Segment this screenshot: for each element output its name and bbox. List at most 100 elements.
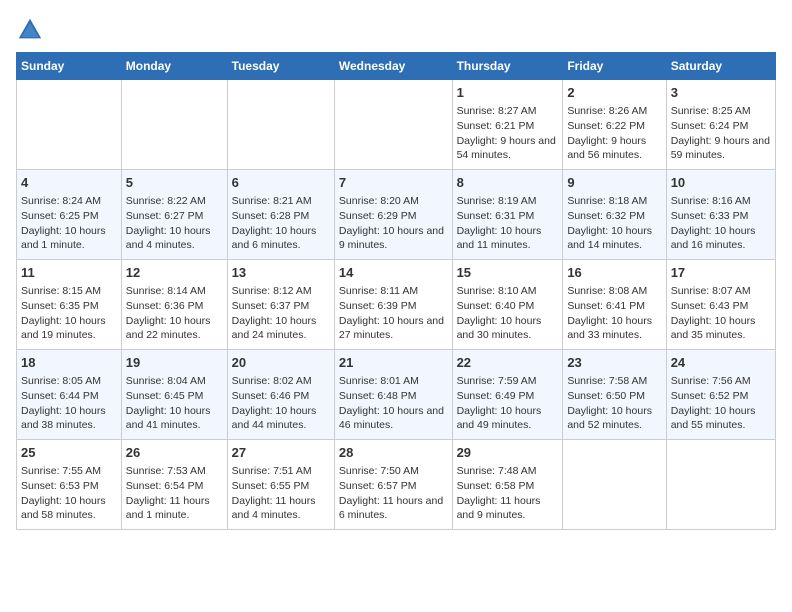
- calendar-cell: 1Sunrise: 8:27 AM Sunset: 6:21 PM Daylig…: [452, 80, 563, 170]
- day-info: Sunrise: 8:02 AM Sunset: 6:46 PM Dayligh…: [232, 374, 330, 433]
- day-info: Sunrise: 8:21 AM Sunset: 6:28 PM Dayligh…: [232, 194, 330, 253]
- day-info: Sunrise: 7:56 AM Sunset: 6:52 PM Dayligh…: [671, 374, 771, 433]
- day-number: 19: [126, 354, 223, 372]
- day-number: 13: [232, 264, 330, 282]
- day-number: 9: [567, 174, 661, 192]
- day-number: 8: [457, 174, 559, 192]
- calendar-cell: [334, 80, 452, 170]
- day-number: 26: [126, 444, 223, 462]
- calendar-week-4: 25 Sunrise: 7:55 AM Sunset: 6:53 PM Dayli…: [17, 440, 776, 530]
- day-info: Sunrise: 7:58 AM Sunset: 6:50 PM Dayligh…: [567, 374, 661, 433]
- day-number: 6: [232, 174, 330, 192]
- weekday-header-tuesday: Tuesday: [227, 53, 334, 80]
- calendar-cell: [666, 440, 775, 530]
- day-number: 14: [339, 264, 448, 282]
- calendar-cell: 28 Sunrise: 7:50 AM Sunset: 6:57 PM Dayli…: [334, 440, 452, 530]
- day-info: Sunrise: 8:12 AM Sunset: 6:37 PM Dayligh…: [232, 284, 330, 343]
- day-info: Sunrise: 8:25 AM Sunset: 6:24 PM Dayligh…: [671, 104, 771, 163]
- calendar-week-0: 1Sunrise: 8:27 AM Sunset: 6:21 PM Daylig…: [17, 80, 776, 170]
- calendar-cell: 16 Sunrise: 8:08 AM Sunset: 6:41 PM Dayli…: [563, 260, 666, 350]
- weekday-header-saturday: Saturday: [666, 53, 775, 80]
- calendar-cell: 26 Sunrise: 7:53 AM Sunset: 6:54 PM Dayli…: [121, 440, 227, 530]
- calendar-cell: 18Sunrise: 8:05 AM Sunset: 6:44 PM Dayli…: [17, 350, 122, 440]
- day-number: 28: [339, 444, 448, 462]
- calendar-cell: 3 Sunrise: 8:25 AM Sunset: 6:24 PM Daylig…: [666, 80, 775, 170]
- day-number: 5: [126, 174, 223, 192]
- day-number: 22: [457, 354, 559, 372]
- day-number: 1: [457, 84, 559, 102]
- weekday-header-thursday: Thursday: [452, 53, 563, 80]
- day-number: 11: [21, 264, 117, 282]
- day-info: Sunrise: 7:48 AM Sunset: 6:58 PM Dayligh…: [457, 464, 559, 523]
- page-header: [16, 16, 776, 44]
- calendar-cell: 29 Sunrise: 7:48 AM Sunset: 6:58 PM Dayli…: [452, 440, 563, 530]
- day-info: Sunrise: 8:14 AM Sunset: 6:36 PM Dayligh…: [126, 284, 223, 343]
- day-info: Sunrise: 8:20 AM Sunset: 6:29 PM Dayligh…: [339, 194, 448, 253]
- day-number: 24: [671, 354, 771, 372]
- day-info: Sunrise: 7:50 AM Sunset: 6:57 PM Dayligh…: [339, 464, 448, 523]
- calendar-cell: 23Sunrise: 7:58 AM Sunset: 6:50 PM Dayli…: [563, 350, 666, 440]
- day-info: Sunrise: 8:08 AM Sunset: 6:41 PM Dayligh…: [567, 284, 661, 343]
- calendar-table: SundayMondayTuesdayWednesdayThursdayFrid…: [16, 52, 776, 530]
- calendar-cell: 14 Sunrise: 8:11 AM Sunset: 6:39 PM Dayli…: [334, 260, 452, 350]
- day-info: Sunrise: 8:15 AM Sunset: 6:35 PM Dayligh…: [21, 284, 117, 343]
- weekday-header-monday: Monday: [121, 53, 227, 80]
- weekday-header-sunday: Sunday: [17, 53, 122, 80]
- calendar-cell: 12 Sunrise: 8:14 AM Sunset: 6:36 PM Dayli…: [121, 260, 227, 350]
- day-info: Sunrise: 8:16 AM Sunset: 6:33 PM Dayligh…: [671, 194, 771, 253]
- day-number: 25: [21, 444, 117, 462]
- day-info: Sunrise: 8:19 AM Sunset: 6:31 PM Dayligh…: [457, 194, 559, 253]
- day-number: 27: [232, 444, 330, 462]
- day-info: Sunrise: 8:24 AM Sunset: 6:25 PM Dayligh…: [21, 194, 117, 253]
- calendar-cell: 20 Sunrise: 8:02 AM Sunset: 6:46 PM Dayli…: [227, 350, 334, 440]
- calendar-cell: 24 Sunrise: 7:56 AM Sunset: 6:52 PM Dayli…: [666, 350, 775, 440]
- day-info: Sunrise: 7:55 AM Sunset: 6:53 PM Dayligh…: [21, 464, 117, 523]
- day-info: Sunrise: 8:07 AM Sunset: 6:43 PM Dayligh…: [671, 284, 771, 343]
- day-number: 12: [126, 264, 223, 282]
- day-number: 21: [339, 354, 448, 372]
- calendar-cell: 27 Sunrise: 7:51 AM Sunset: 6:55 PM Dayli…: [227, 440, 334, 530]
- calendar-cell: 13 Sunrise: 8:12 AM Sunset: 6:37 PM Dayli…: [227, 260, 334, 350]
- day-info: Sunrise: 8:18 AM Sunset: 6:32 PM Dayligh…: [567, 194, 661, 253]
- day-number: 2: [567, 84, 661, 102]
- day-number: 15: [457, 264, 559, 282]
- calendar-cell: 17 Sunrise: 8:07 AM Sunset: 6:43 PM Dayli…: [666, 260, 775, 350]
- day-number: 17: [671, 264, 771, 282]
- calendar-header-row: SundayMondayTuesdayWednesdayThursdayFrid…: [17, 53, 776, 80]
- logo-icon: [16, 16, 44, 44]
- day-info: Sunrise: 8:26 AM Sunset: 6:22 PM Dayligh…: [567, 104, 661, 163]
- calendar-cell: 4 Sunrise: 8:24 AM Sunset: 6:25 PM Daylig…: [17, 170, 122, 260]
- weekday-header-wednesday: Wednesday: [334, 53, 452, 80]
- day-number: 4: [21, 174, 117, 192]
- weekday-header-friday: Friday: [563, 53, 666, 80]
- calendar-cell: 10Sunrise: 8:16 AM Sunset: 6:33 PM Dayli…: [666, 170, 775, 260]
- day-number: 7: [339, 174, 448, 192]
- calendar-cell: 6 Sunrise: 8:21 AM Sunset: 6:28 PM Daylig…: [227, 170, 334, 260]
- calendar-cell: 9 Sunrise: 8:18 AM Sunset: 6:32 PM Daylig…: [563, 170, 666, 260]
- day-info: Sunrise: 8:10 AM Sunset: 6:40 PM Dayligh…: [457, 284, 559, 343]
- calendar-cell: 21 Sunrise: 8:01 AM Sunset: 6:48 PM Dayli…: [334, 350, 452, 440]
- calendar-cell: 19 Sunrise: 8:04 AM Sunset: 6:45 PM Dayli…: [121, 350, 227, 440]
- calendar-cell: 22 Sunrise: 7:59 AM Sunset: 6:49 PM Dayli…: [452, 350, 563, 440]
- calendar-week-1: 4 Sunrise: 8:24 AM Sunset: 6:25 PM Daylig…: [17, 170, 776, 260]
- calendar-week-3: 18Sunrise: 8:05 AM Sunset: 6:44 PM Dayli…: [17, 350, 776, 440]
- calendar-cell: 25 Sunrise: 7:55 AM Sunset: 6:53 PM Dayli…: [17, 440, 122, 530]
- day-info: Sunrise: 7:53 AM Sunset: 6:54 PM Dayligh…: [126, 464, 223, 523]
- day-info: Sunrise: 8:01 AM Sunset: 6:48 PM Dayligh…: [339, 374, 448, 433]
- day-info: Sunrise: 7:51 AM Sunset: 6:55 PM Dayligh…: [232, 464, 330, 523]
- day-number: 29: [457, 444, 559, 462]
- calendar-cell: 5Sunrise: 8:22 AM Sunset: 6:27 PM Daylig…: [121, 170, 227, 260]
- calendar-cell: 2 Sunrise: 8:26 AM Sunset: 6:22 PM Daylig…: [563, 80, 666, 170]
- calendar-cell: 7 Sunrise: 8:20 AM Sunset: 6:29 PM Daylig…: [334, 170, 452, 260]
- day-info: Sunrise: 8:11 AM Sunset: 6:39 PM Dayligh…: [339, 284, 448, 343]
- day-info: Sunrise: 8:04 AM Sunset: 6:45 PM Dayligh…: [126, 374, 223, 433]
- day-info: Sunrise: 7:59 AM Sunset: 6:49 PM Dayligh…: [457, 374, 559, 433]
- calendar-cell: [121, 80, 227, 170]
- day-number: 3: [671, 84, 771, 102]
- day-number: 16: [567, 264, 661, 282]
- calendar-cell: 15 Sunrise: 8:10 AM Sunset: 6:40 PM Dayli…: [452, 260, 563, 350]
- day-number: 20: [232, 354, 330, 372]
- calendar-week-2: 11 Sunrise: 8:15 AM Sunset: 6:35 PM Dayli…: [17, 260, 776, 350]
- logo: [16, 16, 48, 44]
- calendar-cell: [227, 80, 334, 170]
